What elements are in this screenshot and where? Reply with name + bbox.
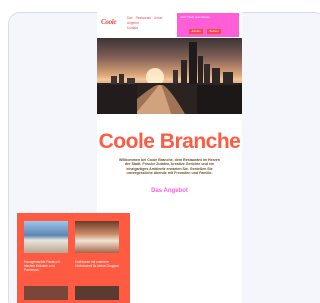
call-button[interactable]: Anrufen [189, 29, 203, 34]
offer-text: Hausgemachte Pasta mit frischen Kräutern… [24, 260, 60, 272]
site-header: Coole Das Restaurant Unser Angebot Konta… [97, 12, 242, 38]
offer-image[interactable] [75, 286, 119, 300]
offer-text: Kochkurse mit unserem Küchenchef für kle… [75, 260, 119, 268]
site-logo[interactable]: Coole [101, 17, 121, 27]
offer-image[interactable] [24, 221, 68, 253]
intro-text: Willkommen bei Coole Branche, dem Restau… [118, 158, 221, 175]
nav-item[interactable]: Das [127, 16, 133, 20]
nav-item-contact[interactable]: Kontakt [127, 26, 138, 30]
nav-item[interactable]: Restaurant [136, 16, 152, 20]
hero-image [97, 38, 242, 114]
section-title: Das Angebot [151, 188, 188, 195]
reservation-text: Jetzt Tisch reservieren [180, 15, 211, 19]
page-title: Coole Branche [98, 130, 241, 153]
offer-image[interactable] [75, 221, 119, 253]
offers-grid: Hausgemachte Pasta mit frischen Kräutern… [17, 213, 130, 303]
nav-item[interactable]: Angebot [127, 21, 139, 25]
skyline-image [97, 42, 242, 114]
reservation-box: Jetzt Tisch reservieren Anrufen Buchen [177, 13, 239, 37]
main-nav: Das Restaurant Unser Angebot [127, 16, 175, 26]
offer-image[interactable] [24, 286, 68, 300]
nav-item[interactable]: Unser [154, 16, 163, 20]
book-button[interactable]: Buchen [207, 29, 221, 34]
